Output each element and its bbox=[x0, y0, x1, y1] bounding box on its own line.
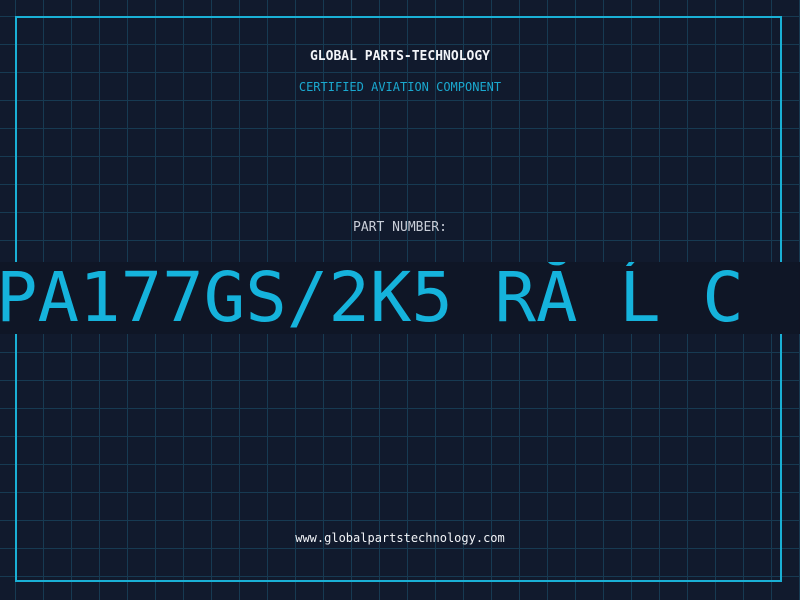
part-number-value: PA177GS/2K5_RĂ Ĺ C bbox=[0, 262, 744, 334]
part-number-label: PART NUMBER: bbox=[353, 220, 447, 235]
certification-subtitle: CERTIFIED AVIATION COMPONENT bbox=[298, 80, 502, 94]
company-name: GLOBAL PARTS-TECHNOLOGY bbox=[309, 49, 490, 64]
website-url: www.globalpartstechnology.com bbox=[295, 531, 505, 545]
part-number-band: PA177GS/2K5_RĂ Ĺ C bbox=[0, 262, 800, 334]
